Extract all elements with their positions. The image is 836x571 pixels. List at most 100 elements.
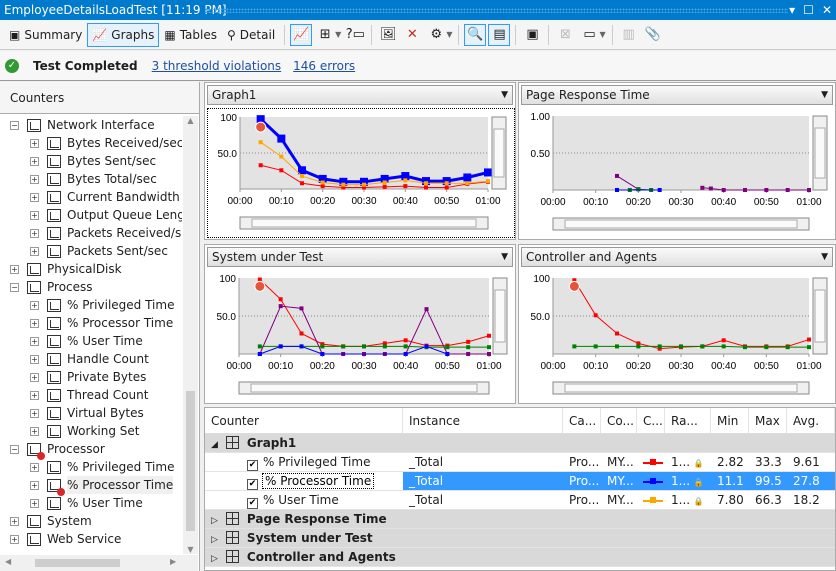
color-cell[interactable] xyxy=(637,491,665,509)
chevron-down-icon[interactable]: ▼ xyxy=(821,86,828,104)
expand-icon[interactable]: + xyxy=(30,246,39,256)
view-button[interactable]: ▭ xyxy=(578,24,600,46)
graph-selector[interactable]: Controller and Agents ▼ xyxy=(521,247,833,267)
new-graph-button[interactable]: 🖼 xyxy=(377,24,399,46)
graph-plot[interactable]: 100 50.0 00:00 00:10 00:20 00:30 00:40 00:50 01:… xyxy=(207,108,515,238)
expand-icon[interactable]: + xyxy=(30,480,39,490)
column-header[interactable]: Ra... xyxy=(665,408,711,433)
detail-button[interactable]: ⚲ Detail xyxy=(222,23,280,47)
checkbox[interactable]: ✔ xyxy=(247,460,258,471)
layout-dropdown-icon[interactable]: ▼ xyxy=(335,30,341,39)
tree-item[interactable]: + % User Time xyxy=(0,332,182,350)
table-row[interactable]: ✔% Processor Time _Total Pro... MY... 1... 🔒… xyxy=(205,472,835,491)
lock-icon[interactable]: 🔒 xyxy=(694,497,704,506)
column-header[interactable]: Ca... xyxy=(563,408,601,433)
tree-item[interactable]: + Packets Received/sec xyxy=(0,224,182,242)
collapse-icon[interactable]: − xyxy=(10,282,19,292)
expand-icon[interactable]: + xyxy=(30,174,39,184)
scroll-left-icon[interactable]: ◀ xyxy=(5,557,11,566)
tree-item[interactable]: + Web Service xyxy=(0,530,182,548)
tree-item[interactable]: + Handle Count xyxy=(0,350,182,368)
tree-item[interactable]: − Network Interface xyxy=(0,116,182,134)
counters-horizontal-scrollbar[interactable]: ◀ ▶ xyxy=(0,555,198,571)
graph-plot[interactable]: 100 50.0 00:00 00:10 00:20 00:30 00:40 00:50 01:… xyxy=(521,270,835,402)
expand-icon[interactable]: + xyxy=(30,498,39,508)
tree-item[interactable]: + % Processor Time xyxy=(0,314,182,332)
chevron-down-icon[interactable]: ▼ xyxy=(501,248,508,266)
expand-icon[interactable]: + xyxy=(30,372,39,382)
show-legend-button[interactable]: ?▭ xyxy=(344,24,366,46)
settings-button[interactable]: ⚙ xyxy=(425,24,447,46)
lock-icon[interactable]: 🔒 xyxy=(694,478,704,487)
tree-item[interactable]: + PhysicalDisk xyxy=(0,260,182,278)
table-row[interactable]: ✔% Privileged Time _Total Pro... MY... 1... … xyxy=(205,453,835,472)
errors-link[interactable]: 146 errors xyxy=(293,59,355,73)
expand-icon[interactable]: + xyxy=(30,336,39,346)
report-button[interactable]: ▥ xyxy=(618,24,640,46)
column-header[interactable]: Co... xyxy=(601,408,637,433)
tree-item[interactable]: − Process xyxy=(0,278,182,296)
scroll-thumb[interactable] xyxy=(35,559,120,567)
column-header[interactable]: Min xyxy=(711,408,749,433)
tree-item[interactable]: + % User Time xyxy=(0,494,182,512)
expand-icon[interactable]: + xyxy=(30,462,39,472)
delete-graph-button[interactable]: ✕ xyxy=(401,24,423,46)
collapse-icon[interactable]: − xyxy=(10,120,19,130)
expand-icon[interactable]: + xyxy=(30,354,39,364)
title-drag-area[interactable] xyxy=(205,8,788,13)
column-header[interactable]: Counter xyxy=(205,408,403,433)
graph-plot[interactable]: 1.00 0.50 00:00 00:10 00:20 00:30 00:40 00:50 01… xyxy=(521,108,835,238)
tree-item[interactable]: + System xyxy=(0,512,182,530)
dropdown-icon[interactable]: ▾ xyxy=(789,0,795,20)
group-row[interactable]: ▷ Page Response Time xyxy=(205,510,835,529)
panel-zoom-button[interactable]: ▤ xyxy=(488,23,511,46)
close-icon[interactable]: ✕ xyxy=(822,0,832,20)
show-graph-button[interactable]: 📈 xyxy=(290,23,313,46)
tree-item[interactable]: + % Privileged Time xyxy=(0,296,182,314)
graphs-button[interactable]: 📈 Graphs xyxy=(87,22,160,47)
graph-selector[interactable]: System under Test ▼ xyxy=(207,247,513,267)
tree-item[interactable]: − Processor xyxy=(0,440,182,460)
chevron-down-icon[interactable]: ▼ xyxy=(501,86,508,104)
tree-item[interactable]: + Current Bandwidth xyxy=(0,188,182,206)
column-header[interactable]: C... xyxy=(637,408,665,433)
zoom-button[interactable]: 🔍 xyxy=(464,23,487,46)
tree-item[interactable]: + Private Bytes xyxy=(0,368,182,386)
checkbox[interactable]: ✔ xyxy=(247,498,258,509)
column-header[interactable]: Instance xyxy=(403,408,563,433)
color-cell[interactable] xyxy=(637,472,665,490)
lock-icon[interactable]: 🔒 xyxy=(694,459,704,468)
view-dropdown-icon[interactable]: ▼ xyxy=(599,30,605,39)
tree-item[interactable]: + Bytes Sent/sec xyxy=(0,152,182,170)
expand-icon[interactable]: + xyxy=(10,264,19,274)
collapse-icon[interactable]: − xyxy=(10,444,19,454)
summary-button[interactable]: ▣ Summary xyxy=(4,23,87,47)
group-row[interactable]: ▷ Controller and Agents xyxy=(205,548,835,567)
settings-dropdown-icon[interactable]: ▼ xyxy=(446,30,452,39)
expand-icon[interactable]: + xyxy=(30,156,39,166)
expand-icon[interactable]: + xyxy=(10,534,19,544)
expand-icon[interactable]: + xyxy=(30,300,39,310)
scroll-down-icon[interactable]: ▼ xyxy=(183,545,198,554)
collapse-arrow-icon[interactable]: ◢ xyxy=(211,440,218,450)
expand-icon[interactable]: + xyxy=(30,408,39,418)
tables-button[interactable]: ▦ Tables xyxy=(159,23,222,47)
expand-icon[interactable]: + xyxy=(30,192,39,202)
tree-item[interactable]: + % Privileged Time xyxy=(0,458,182,476)
tree-item[interactable]: + Virtual Bytes xyxy=(0,404,182,422)
graph-selector[interactable]: Graph1 ▼ xyxy=(207,85,513,105)
expand-arrow-icon[interactable]: ▷ xyxy=(211,554,218,564)
layout-button[interactable]: ⊞ xyxy=(314,24,336,46)
threshold-violations-link[interactable]: 3 threshold violations xyxy=(152,59,281,73)
tree-item[interactable]: + Packets Sent/sec xyxy=(0,242,182,260)
chevron-down-icon[interactable]: ▼ xyxy=(821,248,828,266)
expand-arrow-icon[interactable]: ▷ xyxy=(211,535,218,545)
tree-item[interactable]: + Output Queue Length xyxy=(0,206,182,224)
counters-vertical-scrollbar[interactable]: ▲ ▼ xyxy=(183,116,198,554)
expand-icon[interactable]: + xyxy=(30,426,39,436)
expand-icon[interactable]: + xyxy=(30,318,39,328)
expand-icon[interactable]: + xyxy=(30,228,39,238)
expand-icon[interactable]: + xyxy=(30,138,39,148)
graph-selector[interactable]: Page Response Time ▼ xyxy=(521,85,833,105)
column-header[interactable]: Avg. xyxy=(787,408,835,433)
